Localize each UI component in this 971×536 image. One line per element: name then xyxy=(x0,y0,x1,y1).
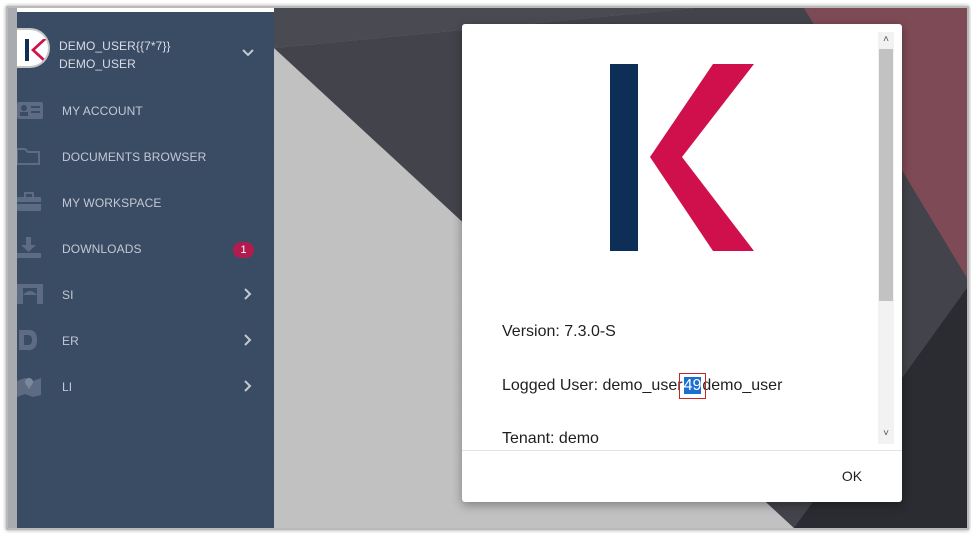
version-text: Version: 7.3.0-S xyxy=(502,323,616,340)
building-icon xyxy=(17,284,43,304)
ok-button[interactable]: OK xyxy=(822,457,882,495)
avatar xyxy=(17,28,50,68)
user-id: DEMO_USER xyxy=(59,57,136,71)
tenant-text: Tenant: demo xyxy=(502,430,599,447)
sidebar-item-li[interactable]: LI xyxy=(17,366,274,406)
sidebar-item-my-account[interactable]: MY ACCOUNT xyxy=(17,90,274,130)
logged-user-prefix: Logged User: demo_user xyxy=(502,377,683,394)
briefcase-icon xyxy=(17,192,41,211)
chevron-down-icon[interactable] xyxy=(241,48,255,58)
sidebar-edge xyxy=(8,8,17,528)
sidebar-item-downloads[interactable]: DOWNLOADS 1 xyxy=(17,228,274,268)
logged-user-suffix: demo_user xyxy=(702,377,783,394)
sidebar-item-label: LI xyxy=(62,380,73,394)
screenshot-frame: DEMO_USER{{7*7}} DEMO_USER MY ACCOUNT DO… xyxy=(0,0,971,536)
selected-text: 49 xyxy=(683,377,702,394)
sidebar-item-er[interactable]: ER xyxy=(17,320,274,360)
scroll-thumb[interactable] xyxy=(879,49,893,301)
about-dialog: Version: 7.3.0-S Logged User: demo_user4… xyxy=(462,24,902,502)
sidebar-item-label: SI xyxy=(62,288,74,302)
highlight-box: 49 xyxy=(678,373,707,399)
app-window: DEMO_USER{{7*7}} DEMO_USER MY ACCOUNT DO… xyxy=(8,8,967,528)
logged-user-text: Logged User: demo_user49demo_user xyxy=(502,373,783,399)
folder-icon xyxy=(17,148,40,165)
sidebar-item-documents-browser[interactable]: DOCUMENTS BROWSER xyxy=(17,136,274,176)
dialog-divider xyxy=(462,450,902,451)
sidebar-item-label: ER xyxy=(62,334,79,348)
sidebar-item-si[interactable]: SI xyxy=(17,274,274,314)
download-icon xyxy=(17,237,41,258)
downloads-count-badge: 1 xyxy=(233,242,254,258)
scroll-up-arrow-icon[interactable]: ˄ xyxy=(878,32,894,48)
sidebar-item-label: MY WORKSPACE xyxy=(62,196,162,210)
sidebar-item-label: DOCUMENTS BROWSER xyxy=(62,150,207,164)
sidebar: DEMO_USER{{7*7}} DEMO_USER MY ACCOUNT DO… xyxy=(17,12,274,528)
logo-k-icon xyxy=(25,39,47,61)
chevron-right-icon xyxy=(244,288,252,300)
document-icon xyxy=(19,330,37,350)
sidebar-item-label: DOWNLOADS xyxy=(62,242,142,256)
scroll-down-arrow-icon[interactable]: ˅ xyxy=(878,426,894,442)
sidebar-item-label: MY ACCOUNT xyxy=(62,104,143,118)
chevron-right-icon xyxy=(244,334,252,346)
user-display-name: DEMO_USER{{7*7}} xyxy=(59,39,171,53)
dialog-scrollbar[interactable]: ˄ ˅ xyxy=(878,32,894,444)
chevron-right-icon xyxy=(244,380,252,392)
id-card-icon xyxy=(17,102,43,119)
sidebar-item-my-workspace[interactable]: MY WORKSPACE xyxy=(17,182,274,222)
map-icon xyxy=(17,378,41,397)
company-logo xyxy=(610,64,754,251)
user-menu[interactable]: DEMO_USER{{7*7}} DEMO_USER xyxy=(17,28,274,72)
dialog-content: Version: 7.3.0-S Logged User: demo_user4… xyxy=(462,24,902,451)
